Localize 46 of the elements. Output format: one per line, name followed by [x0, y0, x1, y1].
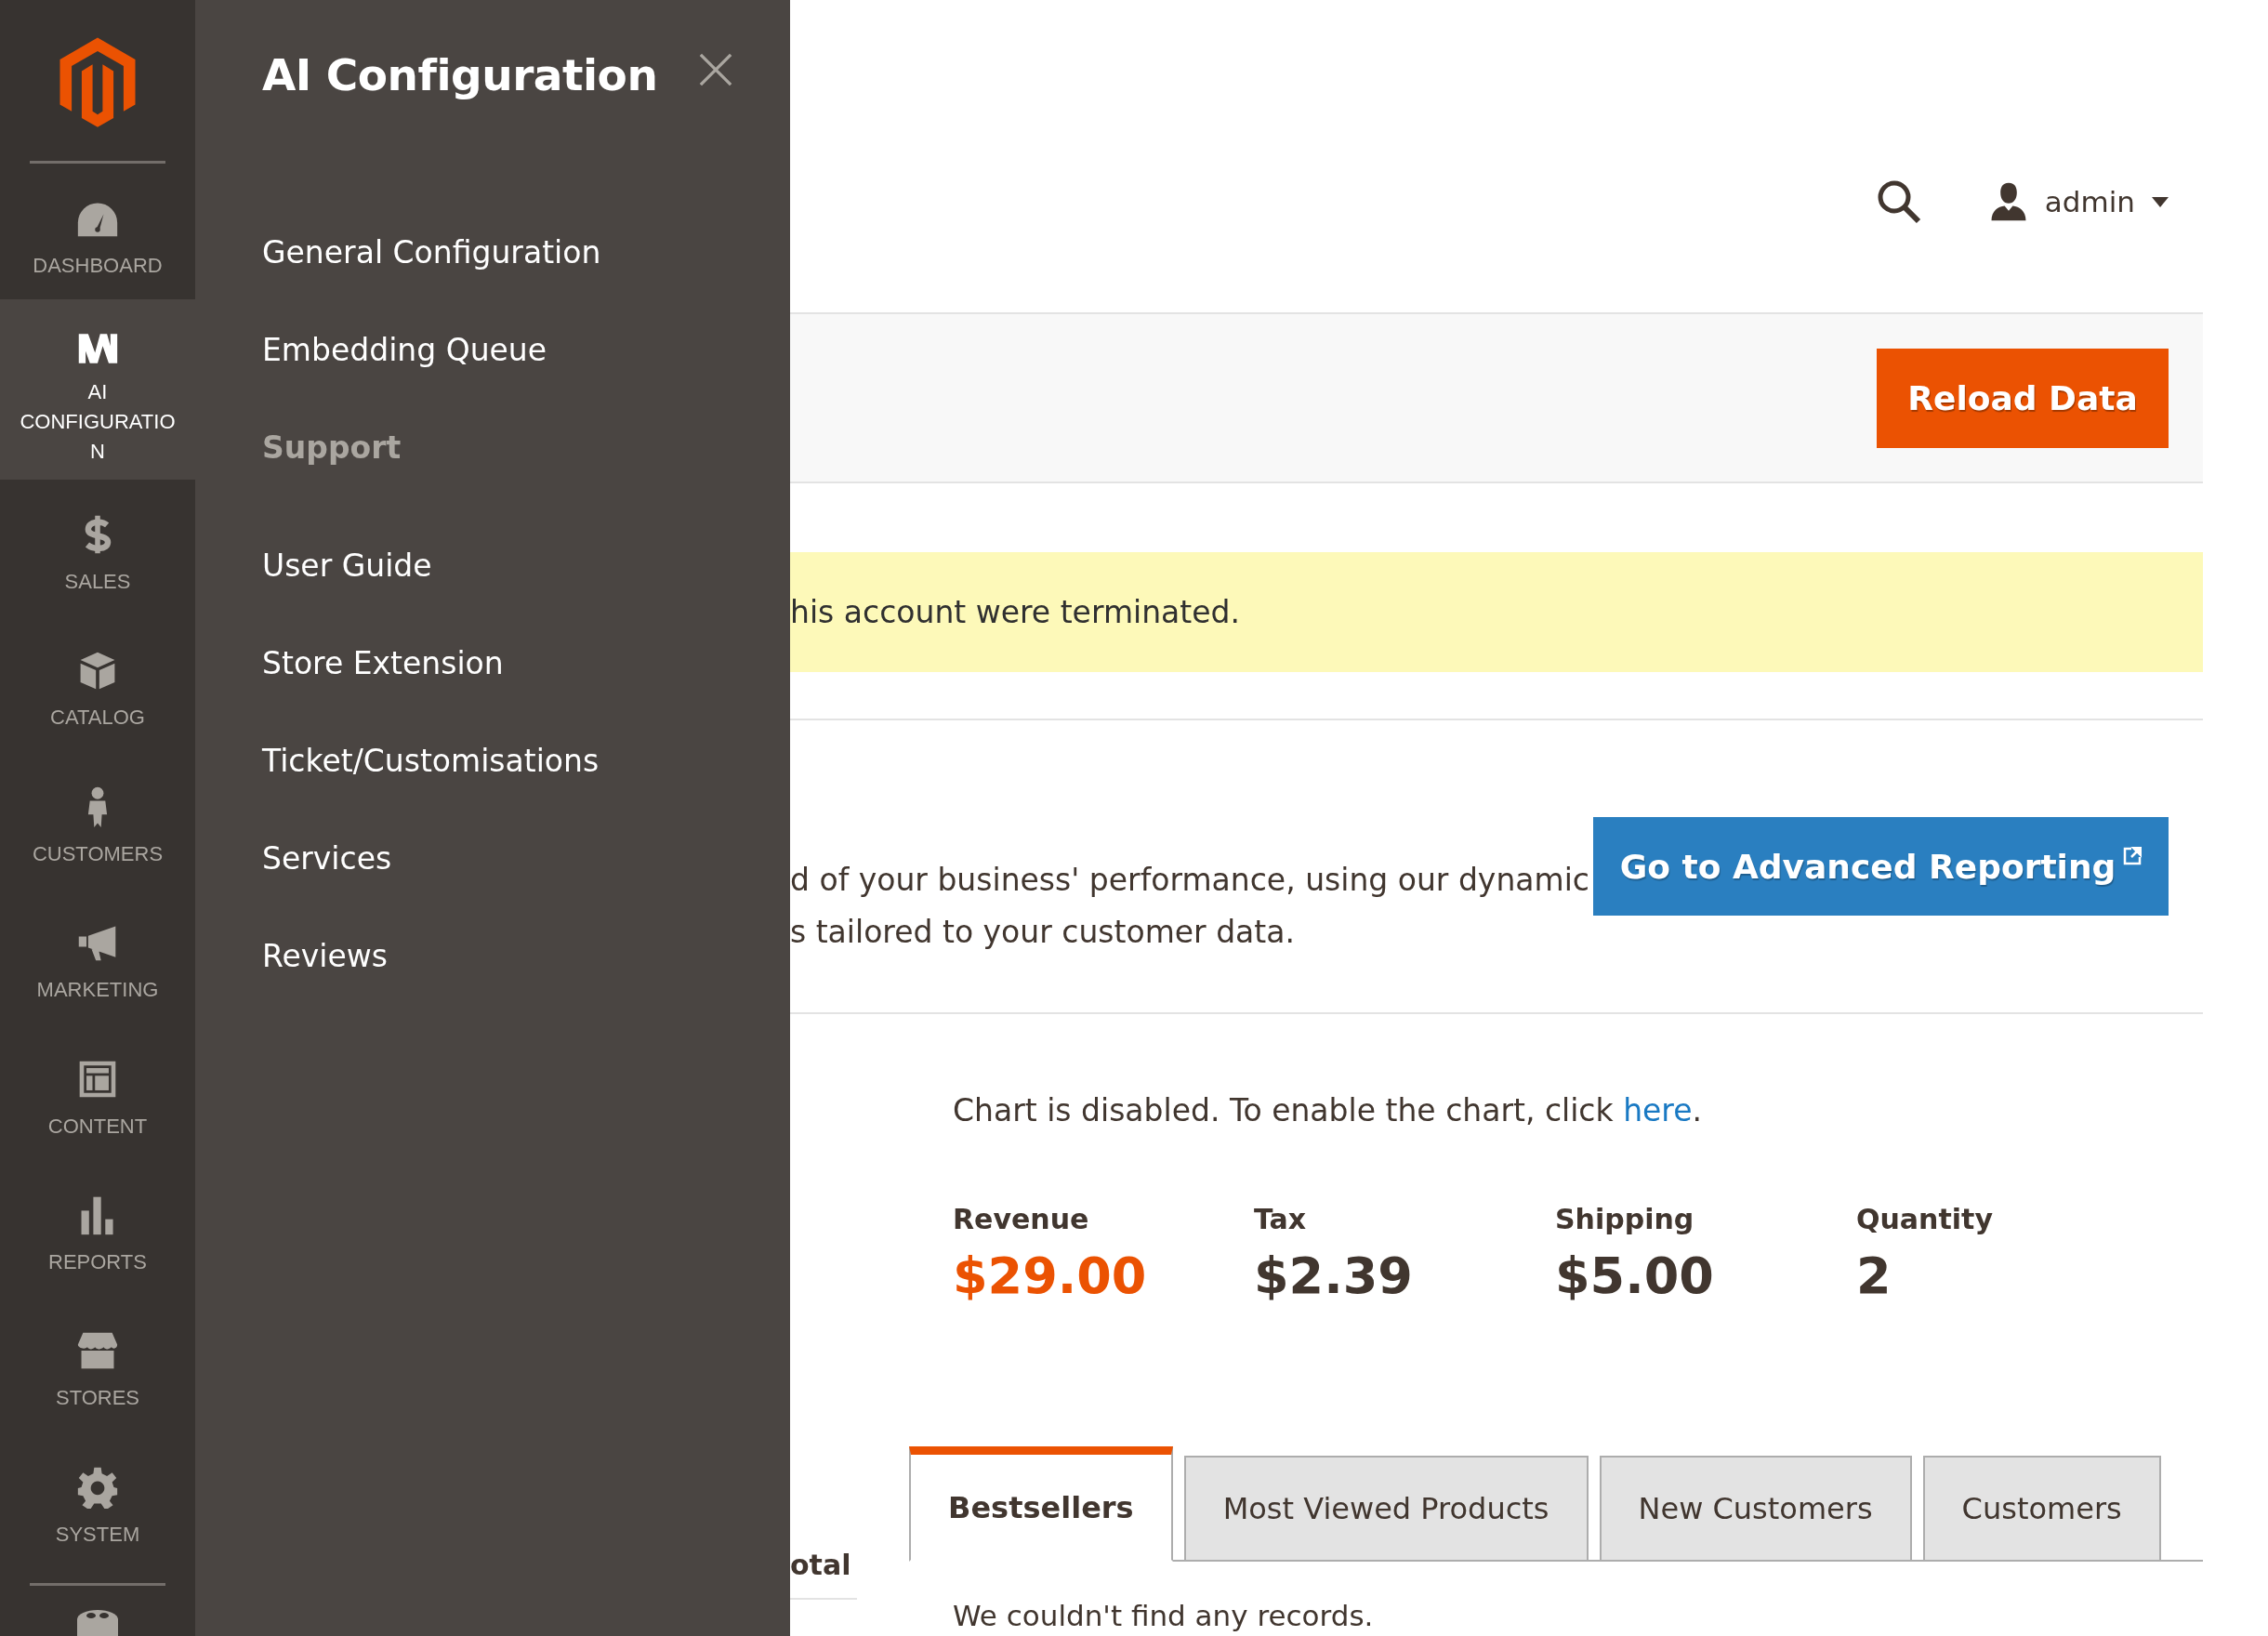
menu-item[interactable]: Reviews [262, 938, 388, 1036]
advanced-reporting-button[interactable]: Go to Advanced Reporting [1593, 817, 2169, 916]
column-header: otal [790, 1549, 857, 1600]
sidebar-item[interactable]: AI CONFIGURATION [0, 299, 195, 480]
sidebar-item[interactable]: SALES [0, 480, 195, 616]
external-link-icon [2123, 847, 2143, 865]
empty-message: We couldn't find any records. [953, 1599, 1375, 1632]
tab[interactable]: Most Viewed Products [1183, 1456, 1589, 1562]
total-label: Tax [1254, 1203, 1308, 1235]
menu-item[interactable]: Embedding Queue [262, 332, 547, 429]
sidebar-item[interactable]: CUSTOMERS [0, 751, 195, 889]
sidebar-item[interactable]: MARKETING [0, 888, 195, 1024]
tab[interactable]: Bestsellers [909, 1446, 1173, 1562]
sidebar-item[interactable]: SYSTEM [0, 1432, 195, 1568]
menu-item[interactable]: Services [262, 840, 392, 938]
close-icon[interactable] [698, 52, 734, 87]
total-label: Quantity [1856, 1203, 1994, 1235]
notice-text: his account were terminated. [790, 594, 1240, 630]
chart-disabled-text: Chart is disabled. To enable the chart, click here. [953, 1092, 1703, 1128]
total-value: $5.00 [1555, 1247, 1715, 1305]
tab[interactable]: Customers [1922, 1456, 2161, 1562]
total-label: Shipping [1555, 1203, 1695, 1235]
menu-item[interactable]: Ticket/Customisations [262, 743, 600, 840]
total-value: 2 [1856, 1247, 1892, 1305]
gear-icon [76, 1465, 119, 1509]
here-link[interactable]: here [1623, 1092, 1693, 1128]
sidebar-item[interactable]: REPORTS [0, 1159, 195, 1297]
sidebar-item[interactable]: STORES [0, 1296, 195, 1432]
menu-item[interactable]: General Configuration [262, 234, 601, 332]
total-label: Revenue [953, 1203, 1090, 1235]
sidebar-item[interactable]: DASHBOARD [0, 164, 195, 300]
blocks-icon[interactable] [74, 1608, 121, 1636]
panel-title: AI Configuration [262, 48, 658, 100]
reload-data-button[interactable]: Reload Data [1877, 348, 2169, 448]
menu-item[interactable]: User Guide [262, 548, 432, 645]
user-menu[interactable]: admin [1986, 181, 2169, 222]
total-value: $29.00 [953, 1247, 1148, 1305]
description-text: s tailored to your customer data. [790, 913, 1296, 952]
tab[interactable]: New Customers [1599, 1456, 1912, 1562]
sidebar-item[interactable]: CONTENT [0, 1023, 195, 1160]
description-text: d of your business' performance, using our dynamic [790, 861, 1590, 900]
caret-icon [2152, 196, 2169, 207]
menu-item[interactable]: Store Extension [262, 645, 504, 743]
section-heading: Support [262, 429, 402, 468]
sidebar-item[interactable]: CATALOG [0, 615, 195, 752]
total-value: $2.39 [1254, 1247, 1414, 1305]
